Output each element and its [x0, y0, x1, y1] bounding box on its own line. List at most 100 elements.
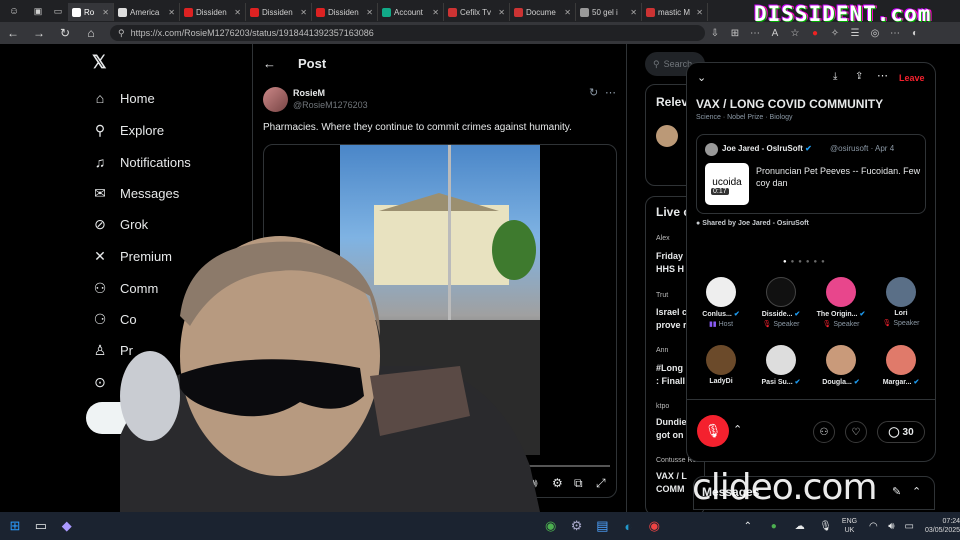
close-icon[interactable]: ✕: [432, 8, 439, 17]
site-info-icon[interactable]: ⚲: [118, 28, 125, 39]
volume-icon[interactable]: 🔊︎: [884, 515, 898, 537]
author-name[interactable]: RosieM: [293, 88, 325, 98]
profile-icon[interactable]: ☺: [0, 6, 28, 17]
live-item-text[interactable]: HHS H: [656, 264, 684, 274]
tab-3[interactable]: Dissiden ✕: [246, 3, 312, 21]
pagination-dots[interactable]: ●●●●●●: [783, 259, 829, 265]
speaker-7[interactable]: Margar... ✔: [875, 345, 927, 386]
fullscreen-icon[interactable]: ⤢: [596, 476, 606, 491]
windows-start-icon[interactable]: ⊞: [4, 515, 26, 537]
mic-icon[interactable]: 🎙︎: [815, 515, 837, 537]
battery-icon[interactable]: ▭: [902, 515, 916, 537]
tab-2[interactable]: Dissiden ✕: [180, 3, 246, 21]
x-logo-icon[interactable]: 𝕏: [92, 52, 107, 73]
compose-message-icon[interactable]: ✎: [892, 485, 901, 498]
avatar[interactable]: [656, 125, 678, 147]
live-item-text[interactable]: VAX / L: [656, 471, 687, 481]
speaker-3[interactable]: Lori 🎙︎ Speaker: [875, 277, 927, 327]
read-aloud-icon[interactable]: A: [765, 28, 785, 39]
tray-icon[interactable]: ●: [763, 515, 785, 537]
live-item-text[interactable]: : Finall: [656, 376, 685, 386]
language-indicator[interactable]: ENG UK: [837, 517, 863, 535]
favorite-icon[interactable]: ☆: [785, 28, 805, 39]
speaker-6[interactable]: Dougla... ✔: [815, 345, 867, 386]
close-icon[interactable]: ✕: [564, 8, 571, 17]
share-icon[interactable]: ⇪: [855, 71, 863, 82]
chevron-up-icon[interactable]: ⌃: [737, 515, 759, 537]
app-icon[interactable]: ◆: [56, 515, 78, 537]
extensions-icon[interactable]: ✧: [825, 28, 845, 39]
minimize-icon[interactable]: ⤓: [833, 71, 837, 82]
reactions-button[interactable]: ♡: [845, 421, 867, 443]
live-item-text[interactable]: #Long: [656, 363, 683, 373]
chevron-down-icon[interactable]: ⌄: [697, 71, 706, 84]
tab-7[interactable]: Docume ✕: [510, 3, 576, 21]
tab-1[interactable]: America ✕: [114, 3, 180, 21]
tab-actions-icon[interactable]: ▭: [48, 6, 68, 17]
speaker-1[interactable]: Disside... ✔ 🎙︎ Speaker: [755, 277, 807, 328]
sidebar-item-messages[interactable]: ✉ Messages: [92, 185, 179, 202]
live-item-text[interactable]: Dundie: [656, 417, 687, 427]
sidebar-item-notifications[interactable]: ♫ Notifications: [92, 154, 191, 170]
avatar[interactable]: [263, 87, 288, 112]
adblock-icon[interactable]: ●: [805, 28, 825, 39]
profile-icon[interactable]: ◎: [865, 28, 885, 39]
live-item-text[interactable]: Friday: [656, 251, 683, 261]
pinned-thumbnail[interactable]: ucoida: [705, 163, 749, 205]
sidebar-item-home[interactable]: ⌂ Home: [92, 90, 155, 106]
close-icon[interactable]: ✕: [630, 8, 637, 17]
refresh-icon[interactable]: ↻: [52, 26, 78, 40]
chrome-icon[interactable]: ◉: [643, 515, 665, 537]
tab-4[interactable]: Dissiden ✕: [312, 3, 378, 21]
tab-8[interactable]: 50 gel i ✕: [576, 3, 642, 21]
live-item-text[interactable]: got on: [656, 430, 684, 440]
participants-button[interactable]: ⚇: [813, 421, 835, 443]
speaker-2[interactable]: The Origin... ✔ 🎙︎ Speaker: [815, 277, 867, 328]
chevron-up-icon[interactable]: ⌃: [912, 485, 921, 498]
live-item-text[interactable]: COMM: [656, 484, 685, 494]
wifi-icon[interactable]: ◠: [866, 515, 880, 537]
grok-icon[interactable]: ↻: [589, 86, 598, 99]
mic-off-button[interactable]: 🎙︎: [697, 415, 729, 447]
task-view-icon[interactable]: ▭: [30, 515, 52, 537]
close-icon[interactable]: ✕: [102, 8, 109, 17]
chevron-up-icon[interactable]: ⌃: [733, 423, 742, 436]
live-item-text[interactable]: Israel c: [656, 307, 687, 317]
pinned-post[interactable]: Joe Jared - OsIruSoft ✔ @osirusoft · Apr…: [696, 134, 926, 214]
app-icon[interactable]: ⊞: [725, 28, 745, 39]
forward-icon[interactable]: →: [26, 26, 52, 40]
sidebar-item-explore[interactable]: ⚲ Explore: [92, 122, 164, 139]
home-icon[interactable]: ⌂: [78, 26, 104, 40]
close-icon[interactable]: ✕: [234, 8, 241, 17]
settings-icon[interactable]: ⚙: [566, 515, 588, 537]
close-icon[interactable]: ✕: [498, 8, 505, 17]
tab-6[interactable]: Cefilx Tv ✕: [444, 3, 510, 21]
speaker-4[interactable]: LadyDi: [695, 345, 747, 385]
back-arrow-icon[interactable]: ←: [263, 56, 276, 71]
replies-button[interactable]: ◯ 30: [877, 421, 925, 443]
cloud-icon[interactable]: ☁: [789, 515, 811, 537]
download-icon[interactable]: ⇩: [705, 28, 725, 39]
more-icon[interactable]: ⋯: [605, 86, 616, 99]
back-icon[interactable]: ←: [0, 26, 26, 40]
tab-5[interactable]: Account ✕: [378, 3, 444, 21]
settings-icon[interactable]: ⋯: [885, 28, 905, 39]
speaker-0[interactable]: Conlus... ✔ ▮▮ Host: [695, 277, 747, 328]
close-icon[interactable]: ✕: [168, 8, 175, 17]
chrome-icon[interactable]: ◉: [540, 515, 562, 537]
author-handle[interactable]: @RosieM1276203: [293, 100, 368, 110]
collections-icon[interactable]: ☰: [845, 28, 865, 39]
close-icon[interactable]: ✕: [366, 8, 373, 17]
clock[interactable]: 07:24 03/05/2025: [916, 517, 960, 535]
workspaces-icon[interactable]: ▣: [28, 6, 48, 17]
tab-9[interactable]: mastic M ✕: [642, 3, 708, 21]
close-icon[interactable]: ✕: [696, 8, 703, 17]
notepad-icon[interactable]: ▤: [592, 515, 614, 537]
speaker-5[interactable]: Pasi Su... ✔: [755, 345, 807, 386]
copilot-icon[interactable]: ◐: [905, 28, 925, 39]
more-icon[interactable]: ⋯: [745, 28, 765, 39]
pip-icon[interactable]: ⧉: [574, 476, 583, 491]
url-field[interactable]: ⚲ https://x.com/RosieM1276203/status/1918…: [110, 25, 705, 41]
tab-0[interactable]: Ro ✕: [68, 3, 114, 21]
leave-button[interactable]: Leave: [899, 73, 925, 83]
